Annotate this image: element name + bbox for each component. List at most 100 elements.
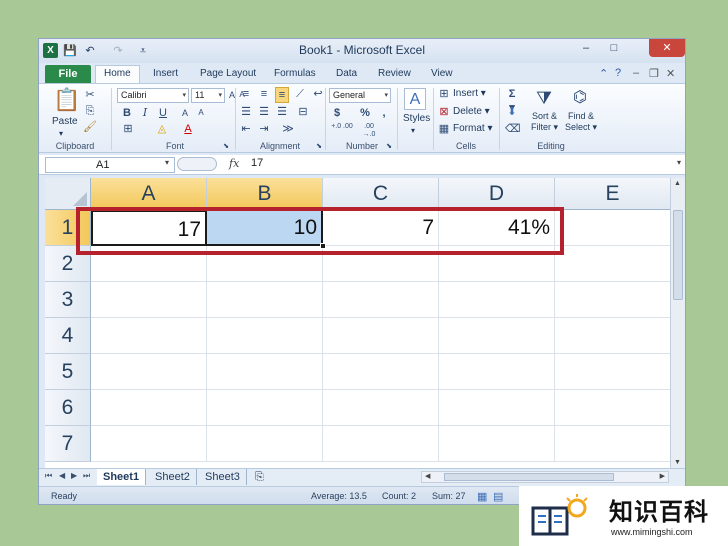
vertical-scrollbar[interactable]: ▲ ▼ [670, 178, 685, 468]
expand-formula-bar-icon[interactable]: ▾ [677, 158, 681, 167]
cell-c5[interactable] [323, 354, 439, 390]
fill-color-icon[interactable]: ◬ [155, 122, 169, 136]
align-top-icon[interactable]: ≡ [239, 87, 253, 101]
fill-icon[interactable]: ⬇ [505, 105, 519, 119]
cell-c7[interactable] [323, 426, 439, 462]
minimize-workbook-icon[interactable]: – [633, 67, 639, 79]
text-direction-icon[interactable]: ≫ [281, 122, 295, 136]
cell-b3[interactable] [207, 282, 323, 318]
last-sheet-icon[interactable]: ⏭ [83, 471, 90, 481]
cell-a5[interactable] [91, 354, 207, 390]
scroll-right-icon[interactable]: ▶ [660, 472, 665, 480]
copy-icon[interactable]: ⎘ [83, 104, 97, 118]
cell-c3[interactable] [323, 282, 439, 318]
select-all-corner[interactable] [45, 178, 91, 210]
maximize-button[interactable]: □ [601, 39, 627, 57]
close-workbook-icon[interactable]: ✕ [666, 67, 675, 80]
vertical-scroll-thumb[interactable] [673, 210, 683, 300]
font-size-combo[interactable]: 11 ▾ [191, 88, 225, 103]
column-header-a[interactable]: A [91, 178, 207, 210]
prev-sheet-icon[interactable]: ◀ [59, 471, 65, 480]
tab-insert[interactable]: Insert [153, 67, 178, 83]
column-header-b[interactable]: B [207, 178, 323, 210]
cell-e1[interactable] [555, 210, 670, 246]
font-dialog-icon[interactable]: ⬊ [222, 140, 230, 154]
help-icon[interactable]: ? [615, 67, 621, 79]
cell-e3[interactable] [555, 282, 670, 318]
font-color-icon[interactable]: A [181, 122, 195, 136]
cell-e2[interactable] [555, 246, 670, 282]
row-header-7[interactable]: 7 [45, 426, 91, 462]
cell-e6[interactable] [555, 390, 670, 426]
horizontal-scroll-thumb[interactable] [444, 473, 614, 481]
formula-bar-resize-handle[interactable] [177, 157, 217, 171]
paste-icon[interactable]: 📋 [53, 88, 80, 112]
row-header-5[interactable]: 5 [45, 354, 91, 390]
clear-icon[interactable]: ⌫ [505, 122, 521, 136]
number-format-combo[interactable]: General ▾ [329, 88, 391, 103]
font-name-combo[interactable]: Calibri ▾ [117, 88, 189, 103]
horizontal-scrollbar[interactable]: ◀ ▶ [421, 471, 669, 483]
comma-button[interactable]: , [379, 106, 389, 120]
scroll-down-icon[interactable]: ▼ [674, 459, 681, 466]
cell-a7[interactable] [91, 426, 207, 462]
restore-workbook-icon[interactable]: ❐ [649, 67, 659, 80]
cell-d7[interactable] [439, 426, 555, 462]
decrease-indent-icon[interactable]: ⇤ [239, 122, 253, 136]
column-header-e[interactable]: E [555, 178, 670, 210]
align-right-icon[interactable]: ☰ [275, 105, 289, 119]
orientation-icon[interactable]: ⟋ [293, 87, 307, 101]
format-cells-icon[interactable]: ▦ [437, 122, 451, 136]
shrink-font-alt-icon[interactable]: A [195, 106, 207, 120]
align-center-icon[interactable]: ☰ [257, 105, 271, 119]
binoculars-icon[interactable]: ⌬ [569, 87, 591, 109]
row-header-4[interactable]: 4 [45, 318, 91, 354]
styles-icon[interactable]: A [404, 88, 426, 110]
paste-dropdown-icon[interactable]: ▾ [59, 127, 63, 141]
paste-button[interactable]: Paste [52, 115, 78, 129]
cell-d5[interactable] [439, 354, 555, 390]
cell-e7[interactable] [555, 426, 670, 462]
bold-button[interactable]: B [121, 106, 133, 120]
first-sheet-icon[interactable]: ⏮ [45, 471, 52, 481]
tab-page-layout[interactable]: Page Layout [200, 67, 256, 83]
delete-cells-button[interactable]: Delete ▾ [453, 105, 490, 119]
cut-icon[interactable]: ✂ [83, 88, 97, 102]
styles-dropdown-icon[interactable]: ▾ [411, 124, 415, 138]
name-box[interactable]: A1 [45, 157, 175, 173]
cell-b4[interactable] [207, 318, 323, 354]
scroll-left-icon[interactable]: ◀ [425, 472, 430, 480]
format-cells-button[interactable]: Format ▾ [453, 122, 492, 136]
tab-view[interactable]: View [431, 67, 453, 83]
align-middle-icon[interactable]: ≡ [257, 87, 271, 101]
tab-file[interactable]: File [45, 65, 91, 83]
number-dialog-icon[interactable]: ⬊ [385, 140, 393, 154]
sheet-tab-sheet1[interactable]: Sheet1 [97, 469, 147, 485]
delete-cells-icon[interactable]: ⊠ [437, 105, 451, 119]
column-header-c[interactable]: C [323, 178, 439, 210]
sort-filter-button[interactable]: Sort & Filter ▾ [531, 111, 558, 133]
currency-button[interactable]: $ [331, 106, 343, 120]
insert-cells-button[interactable]: Insert ▾ [453, 87, 486, 101]
close-button[interactable]: ✕ [649, 39, 685, 57]
find-select-button[interactable]: Find & Select ▾ [565, 111, 597, 133]
cell-d3[interactable] [439, 282, 555, 318]
sheet-tab-sheet2[interactable]: Sheet2 [149, 469, 197, 485]
insert-cells-icon[interactable]: ⊞ [437, 87, 451, 101]
italic-button[interactable]: I [139, 106, 151, 120]
format-painter-icon[interactable]: 🖌 [83, 120, 97, 134]
insert-function-icon[interactable]: fx [229, 157, 239, 170]
grow-font-alt-icon[interactable]: A [179, 106, 191, 120]
cell-b5[interactable] [207, 354, 323, 390]
styles-button[interactable]: Styles [403, 112, 430, 126]
cell-e4[interactable] [555, 318, 670, 354]
cell-b7[interactable] [207, 426, 323, 462]
increase-decimal-button[interactable]: +.0 .00 [330, 123, 354, 131]
cell-d6[interactable] [439, 390, 555, 426]
next-sheet-icon[interactable]: ▶ [71, 471, 77, 480]
sort-filter-icon[interactable]: ⧩ [533, 87, 555, 109]
sheet-tab-sheet3[interactable]: Sheet3 [199, 469, 247, 485]
scroll-up-icon[interactable]: ▲ [674, 180, 681, 187]
minimize-button[interactable]: – [573, 39, 599, 57]
increase-indent-icon[interactable]: ⇥ [257, 122, 271, 136]
